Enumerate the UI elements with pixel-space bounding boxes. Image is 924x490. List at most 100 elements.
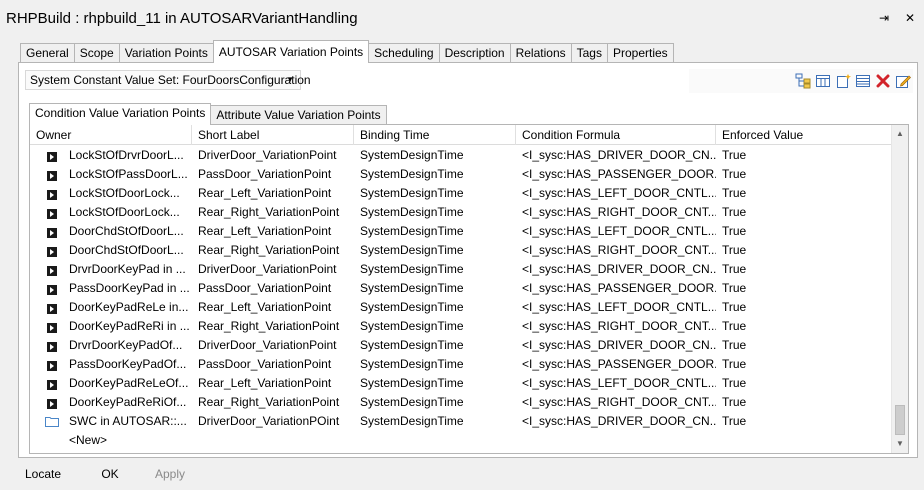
column-header-short-label[interactable]: Short Label bbox=[192, 125, 354, 145]
port-icon bbox=[47, 303, 57, 314]
cell-enforced-value: True bbox=[722, 338, 747, 352]
cell-condition-formula: <I_sysc:HAS_RIGHT_DOOR_CNT... bbox=[522, 243, 716, 257]
port-icon bbox=[47, 360, 57, 371]
new-item-icon[interactable] bbox=[835, 73, 851, 89]
cell-binding-time: SystemDesignTime bbox=[360, 414, 464, 428]
ok-button[interactable]: OK bbox=[80, 460, 140, 490]
cell-short-label: Rear_Left_VariationPoint bbox=[198, 376, 332, 390]
port-icon bbox=[47, 170, 57, 181]
tab-description[interactable]: Description bbox=[438, 43, 511, 63]
cell-condition-formula: <I_sysc:HAS_LEFT_DOOR_CNTL... bbox=[522, 224, 716, 238]
table-row[interactable]: LockStOfDoorLock... Rear_Right_VariationP… bbox=[30, 203, 892, 222]
cell-enforced-value: True bbox=[722, 357, 747, 371]
cell-condition-formula: <I_sysc:HAS_PASSENGER_DOOR... bbox=[522, 357, 716, 371]
cell-binding-time: SystemDesignTime bbox=[360, 148, 464, 162]
table-row[interactable]: LockStOfDrvrDoorL... DriverDoor_Variation… bbox=[30, 146, 892, 165]
column-header-binding-time[interactable]: Binding Time bbox=[354, 125, 516, 145]
table-row[interactable]: PassDoorKeyPadOf... PassDoor_VariationPoi… bbox=[30, 355, 892, 374]
port-icon bbox=[47, 341, 57, 352]
cell-binding-time: SystemDesignTime bbox=[360, 338, 464, 352]
cell-condition-formula: <I_sysc:HAS_DRIVER_DOOR_CN... bbox=[522, 338, 716, 352]
table-row[interactable]: DrvrDoorKeyPadOf... DriverDoor_VariationP… bbox=[30, 336, 892, 355]
apply-button[interactable]: Apply bbox=[140, 460, 200, 490]
cell-short-label: PassDoor_VariationPoint bbox=[198, 357, 332, 371]
table-row[interactable]: DoorKeyPadReRiOf... Rear_Right_VariationP… bbox=[30, 393, 892, 412]
delete-icon[interactable] bbox=[875, 73, 891, 89]
cell-condition-formula: <I_sysc:HAS_RIGHT_DOOR_CNT... bbox=[522, 319, 716, 333]
column-header-enforced-value[interactable]: Enforced Value bbox=[716, 125, 892, 145]
tab-autosar-variation-points[interactable]: AUTOSAR Variation Points bbox=[212, 40, 370, 63]
tab-scope[interactable]: Scope bbox=[73, 43, 120, 63]
table-row[interactable]: LockStOfPassDoorL... PassDoor_VariationPo… bbox=[30, 165, 892, 184]
table-row[interactable]: DoorKeyPadReRi in ... Rear_Right_Variatio… bbox=[30, 317, 892, 336]
cell-short-label: Rear_Right_VariationPoint bbox=[198, 205, 340, 219]
port-icon bbox=[47, 208, 57, 219]
cell-short-label: DriverDoor_VariationPOint bbox=[198, 414, 340, 428]
subtab-attribute-value-variation-points[interactable]: Attribute Value Variation Points bbox=[210, 105, 387, 125]
tab-properties[interactable]: Properties bbox=[606, 43, 674, 63]
table-row[interactable]: DoorChdStOfDoorL... Rear_Left_VariationPo… bbox=[30, 222, 892, 241]
cell-binding-time: SystemDesignTime bbox=[360, 376, 464, 390]
tab-scheduling[interactable]: Scheduling bbox=[368, 43, 440, 63]
close-icon[interactable]: ✕ bbox=[902, 10, 918, 26]
port-icon bbox=[47, 379, 57, 390]
cell-enforced-value: True bbox=[722, 376, 747, 390]
cell-short-label: DriverDoor_VariationPoint bbox=[198, 338, 337, 352]
tab-variation-points[interactable]: Variation Points bbox=[118, 43, 214, 63]
tab-tags[interactable]: Tags bbox=[570, 43, 608, 63]
cell-short-label: DriverDoor_VariationPoint bbox=[198, 148, 337, 162]
cell-binding-time: SystemDesignTime bbox=[360, 300, 464, 314]
table-row[interactable]: SWC in AUTOSAR::... DriverDoor_VariationP… bbox=[30, 412, 892, 431]
cell-binding-time: SystemDesignTime bbox=[360, 281, 464, 295]
new-row-label[interactable]: <New> bbox=[63, 431, 183, 450]
vertical-scrollbar[interactable]: ▲ ▼ bbox=[891, 125, 908, 453]
cell-binding-time: SystemDesignTime bbox=[360, 357, 464, 371]
table-row[interactable]: DoorKeyPadReLe in... Rear_Left_VariationP… bbox=[30, 298, 892, 317]
bottom-bar: Locate OK Apply bbox=[0, 460, 924, 490]
cell-owner: LockStOfDrvrDoorL... bbox=[69, 148, 184, 162]
table-row[interactable]: DrvrDoorKeyPad in ... DriverDoor_Variatio… bbox=[30, 260, 892, 279]
port-icon bbox=[47, 189, 57, 200]
scroll-down-icon[interactable]: ▼ bbox=[892, 436, 908, 452]
variation-points-grid: Owner Short Label Binding Time Condition Fo… bbox=[29, 124, 909, 454]
cell-enforced-value: True bbox=[722, 300, 747, 314]
columns-icon[interactable] bbox=[815, 73, 831, 89]
cell-owner: DoorChdStOfDoorL... bbox=[69, 224, 184, 238]
value-set-dropdown[interactable]: System Constant Value Set: FourDoorsConf… bbox=[25, 70, 311, 90]
window-title: RHPBuild : rhpbuild_11 in AUTOSARVariant… bbox=[6, 10, 358, 27]
tree-view-icon[interactable] bbox=[795, 73, 811, 89]
cell-binding-time: SystemDesignTime bbox=[360, 224, 464, 238]
locate-button[interactable]: Locate bbox=[8, 460, 78, 490]
scroll-up-icon[interactable]: ▲ bbox=[892, 126, 908, 142]
cell-owner: DoorKeyPadReLe in... bbox=[69, 300, 189, 314]
scroll-thumb[interactable] bbox=[895, 405, 905, 435]
tab-general[interactable]: General bbox=[20, 43, 75, 63]
grid-header: Owner Short Label Binding Time Condition Fo… bbox=[30, 125, 892, 145]
column-header-owner[interactable]: Owner bbox=[30, 125, 192, 145]
table-icon[interactable] bbox=[855, 73, 871, 89]
table-row[interactable]: DoorKeyPadReLeOf... Rear_Left_VariationPo… bbox=[30, 374, 892, 393]
column-header-condition-formula[interactable]: Condition Formula bbox=[516, 125, 716, 145]
cell-short-label: PassDoor_VariationPoint bbox=[198, 281, 332, 295]
cell-condition-formula: <I_sysc:HAS_LEFT_DOOR_CNTL... bbox=[522, 300, 716, 314]
cell-enforced-value: True bbox=[722, 224, 747, 238]
table-row[interactable]: PassDoorKeyPad in ... PassDoor_VariationP… bbox=[30, 279, 892, 298]
title-bar: RHPBuild : rhpbuild_11 in AUTOSARVariant… bbox=[0, 0, 924, 36]
tab-relations[interactable]: Relations bbox=[509, 43, 572, 63]
cell-short-label: Rear_Right_VariationPoint bbox=[198, 319, 340, 333]
cell-owner: DoorKeyPadReRi in ... bbox=[69, 319, 190, 333]
folder-icon bbox=[45, 415, 59, 427]
port-icon bbox=[47, 246, 57, 257]
pin-icon[interactable]: ⇥ bbox=[876, 10, 892, 26]
table-row[interactable]: DoorChdStOfDoorL... Rear_Right_VariationP… bbox=[30, 241, 892, 260]
table-row[interactable]: LockStOfDoorLock... Rear_Left_VariationPo… bbox=[30, 184, 892, 203]
cell-binding-time: SystemDesignTime bbox=[360, 167, 464, 181]
subtab-condition-value-variation-points[interactable]: Condition Value Variation Points bbox=[29, 103, 212, 125]
cell-owner: LockStOfDoorLock... bbox=[69, 205, 180, 219]
port-icon bbox=[47, 151, 57, 162]
cell-condition-formula: <I_sysc:HAS_LEFT_DOOR_CNTL... bbox=[522, 186, 716, 200]
cell-owner: PassDoorKeyPad in ... bbox=[69, 281, 190, 295]
new-row[interactable]: <New> bbox=[30, 431, 892, 450]
title-controls: ⇥ ✕ bbox=[876, 10, 918, 26]
edit-icon[interactable] bbox=[895, 73, 911, 89]
